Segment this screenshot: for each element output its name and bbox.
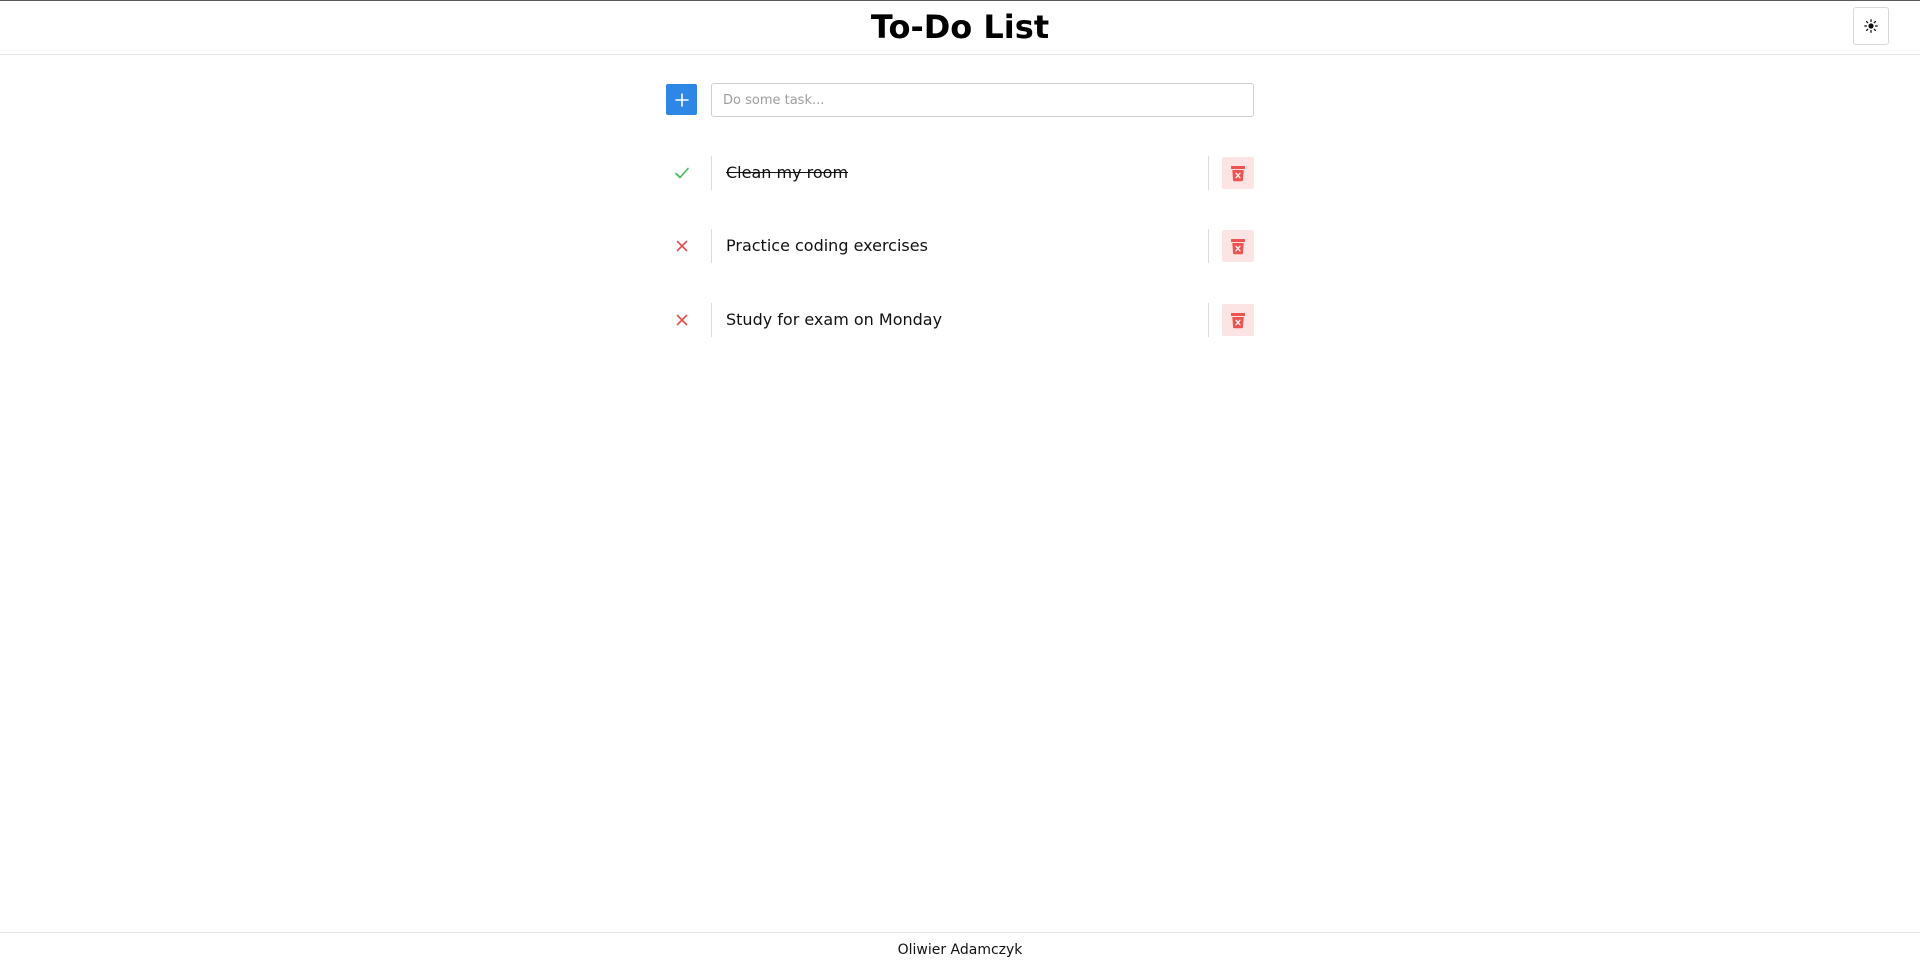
add-task-button[interactable] bbox=[666, 84, 697, 115]
task-status-toggle[interactable] bbox=[666, 156, 698, 190]
footer-author: Oliwier Adamczyk bbox=[897, 942, 1023, 958]
theme-toggle-button[interactable] bbox=[1853, 7, 1889, 45]
plus-icon bbox=[674, 92, 689, 107]
delete-task-button[interactable] bbox=[1222, 157, 1254, 189]
task-input[interactable] bbox=[711, 83, 1254, 117]
task-divider bbox=[711, 303, 712, 337]
check-icon bbox=[675, 167, 689, 179]
task-item: Clean my room bbox=[666, 156, 1254, 190]
page: To-Do List Do some task... Clean my room… bbox=[0, 0, 1920, 968]
footer: Oliwier Adamczyk bbox=[0, 932, 1920, 968]
trash-icon bbox=[1231, 238, 1245, 254]
sun-icon bbox=[1864, 19, 1878, 33]
delete-task-button[interactable] bbox=[1222, 230, 1254, 262]
task-text: Practice coding exercises bbox=[726, 236, 928, 255]
task-item: Practice coding exercises bbox=[666, 229, 1254, 263]
task-item: Study for exam on Monday bbox=[666, 303, 1254, 337]
header: To-Do List bbox=[0, 1, 1920, 55]
delete-task-button[interactable] bbox=[1222, 304, 1254, 336]
task-divider bbox=[711, 229, 712, 263]
task-status-toggle[interactable] bbox=[666, 229, 698, 263]
add-task-row bbox=[666, 83, 1254, 117]
x-icon bbox=[676, 240, 688, 252]
x-icon bbox=[676, 314, 688, 326]
task-status-toggle[interactable] bbox=[666, 303, 698, 337]
task-divider bbox=[711, 156, 712, 190]
trash-icon bbox=[1231, 312, 1245, 328]
task-text: Study for exam on Monday bbox=[726, 310, 943, 329]
task-text: Clean my room bbox=[726, 163, 849, 182]
task-divider bbox=[1208, 156, 1209, 190]
task-divider bbox=[1208, 303, 1209, 337]
page-title: To-Do List bbox=[870, 8, 1050, 46]
task-divider bbox=[1208, 229, 1209, 263]
trash-icon bbox=[1231, 165, 1245, 181]
